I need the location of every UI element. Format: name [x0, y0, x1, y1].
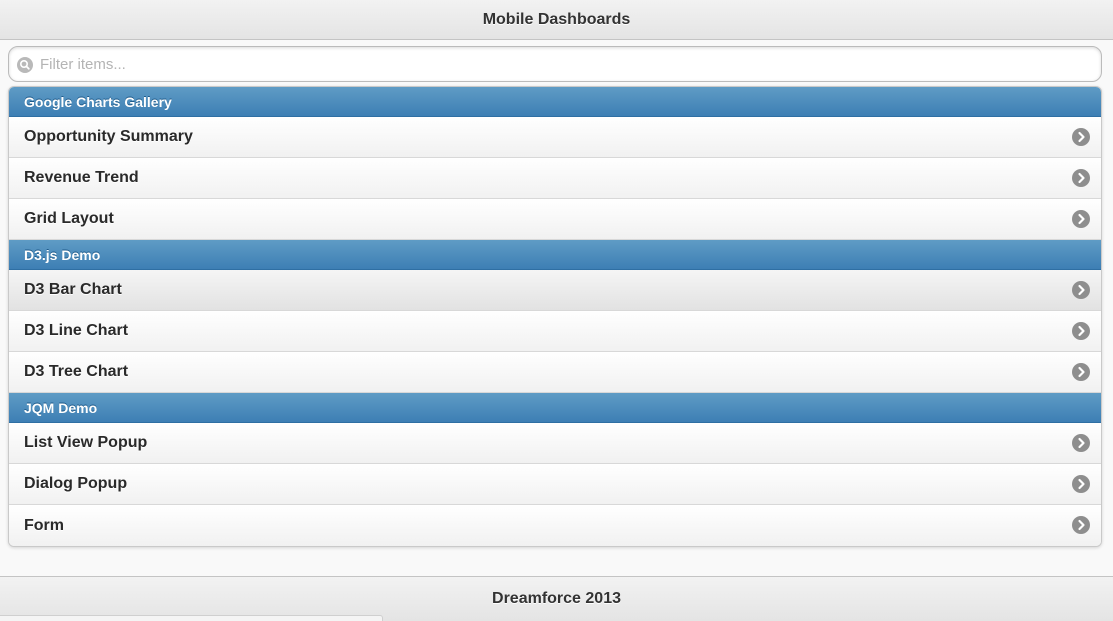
arrow-right-icon	[1072, 434, 1090, 452]
section-title: D3.js Demo	[24, 246, 101, 263]
main-content: Google Charts Gallery Opportunity Summar…	[8, 46, 1102, 547]
arrow-right-icon	[1072, 281, 1090, 299]
section-divider-d3js: D3.js Demo	[9, 240, 1101, 270]
arrow-right-icon	[1072, 363, 1090, 381]
arrow-right-icon	[1072, 516, 1090, 534]
list-item-label: Revenue Trend	[24, 169, 139, 186]
page: Mobile Dashboards Google Charts Gallery …	[0, 0, 1113, 621]
section-divider-google-charts: Google Charts Gallery	[9, 87, 1101, 117]
list-item-label: Form	[24, 516, 64, 534]
list-item-opportunity-summary[interactable]: Opportunity Summary	[9, 117, 1101, 158]
list-item-d3-bar-chart[interactable]: D3 Bar Chart	[9, 270, 1101, 311]
search-icon	[17, 57, 33, 73]
arrow-right-icon	[1072, 475, 1090, 493]
list-item-label: Opportunity Summary	[24, 128, 193, 145]
list-item-dialog-popup[interactable]: Dialog Popup	[9, 464, 1101, 505]
filter-input[interactable]	[40, 47, 1090, 81]
section-title: Google Charts Gallery	[24, 93, 172, 110]
arrow-right-icon	[1072, 128, 1090, 146]
list-item-list-view-popup[interactable]: List View Popup	[9, 423, 1101, 464]
list-item-d3-line-chart[interactable]: D3 Line Chart	[9, 311, 1101, 352]
dashboard-list: Google Charts Gallery Opportunity Summar…	[8, 86, 1102, 547]
arrow-right-icon	[1072, 210, 1090, 228]
list-item-label: Grid Layout	[24, 210, 114, 227]
section-divider-jqm: JQM Demo	[9, 393, 1101, 423]
list-item-d3-tree-chart[interactable]: D3 Tree Chart	[9, 352, 1101, 393]
list-item-form[interactable]: Form	[9, 505, 1101, 546]
list-item-label: D3 Bar Chart	[24, 281, 122, 298]
list-item-label: List View Popup	[24, 434, 148, 451]
filter-field[interactable]	[8, 46, 1102, 82]
page-title: Mobile Dashboards	[482, 10, 631, 28]
list-item-grid-layout[interactable]: Grid Layout	[9, 199, 1101, 240]
footer-title: Dreamforce 2013	[492, 590, 621, 607]
list-item-label: D3 Tree Chart	[24, 363, 129, 380]
browser-status-bar	[0, 615, 383, 621]
header-bar: Mobile Dashboards	[0, 0, 1113, 40]
list-item-label: D3 Line Chart	[24, 322, 129, 339]
list-item-label: Dialog Popup	[24, 475, 128, 492]
arrow-right-icon	[1072, 169, 1090, 187]
arrow-right-icon	[1072, 322, 1090, 340]
list-item-revenue-trend[interactable]: Revenue Trend	[9, 158, 1101, 199]
section-title: JQM Demo	[24, 399, 98, 416]
